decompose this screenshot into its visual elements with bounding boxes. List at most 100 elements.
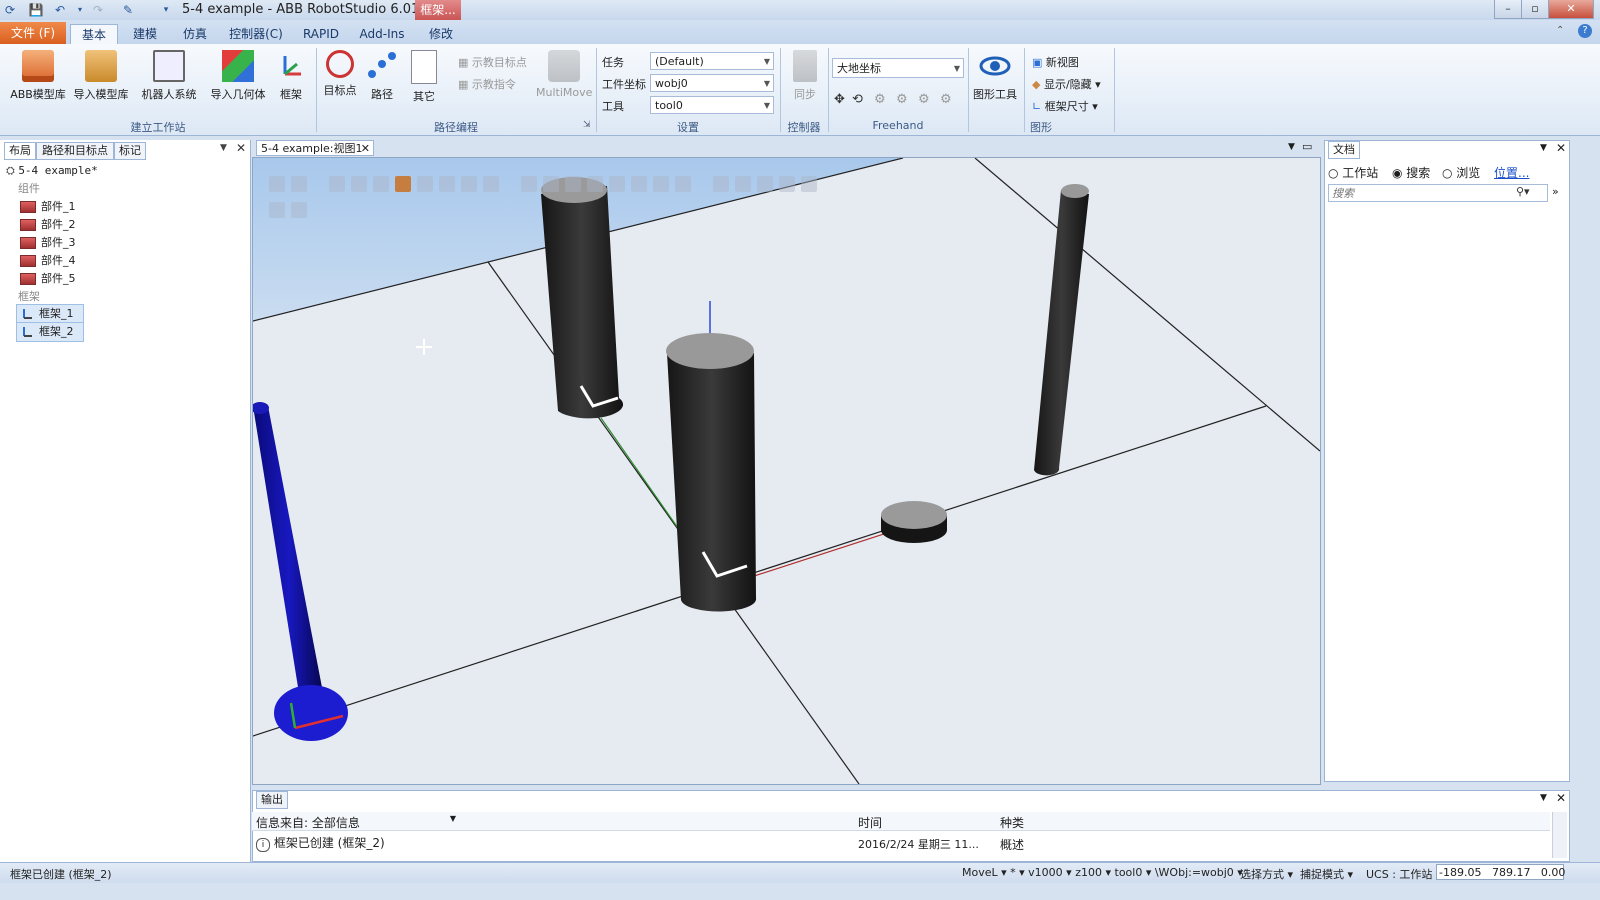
maximize-button[interactable]: ▫ xyxy=(1521,0,1549,19)
select-path-icon[interactable] xyxy=(483,176,499,192)
select-mechanism-icon[interactable] xyxy=(417,176,433,192)
task-combo[interactable]: (Default) ▼ xyxy=(650,52,774,70)
3d-scene[interactable] xyxy=(253,158,1320,784)
measure-icon[interactable]: ✎ xyxy=(120,2,136,18)
reference-frame-combo[interactable]: 大地坐标 ▼ xyxy=(832,58,964,78)
dialog-launcher-icon[interactable]: ⇲ xyxy=(583,120,591,130)
blue-base-part[interactable] xyxy=(274,685,348,741)
radio-search[interactable]: ◉ 搜索 xyxy=(1392,164,1430,181)
new-view-button[interactable]: ▣ 新视图 xyxy=(1032,54,1079,70)
minimize-button[interactable]: – xyxy=(1494,0,1522,19)
rotate-icon[interactable]: ⟲ xyxy=(852,92,863,107)
multimove-button[interactable]: MultiMove xyxy=(536,50,592,99)
locations-link[interactable]: 位置... xyxy=(1494,164,1529,181)
maximize-view-icon[interactable]: ▭ xyxy=(1302,140,1312,153)
move-icon[interactable]: ✥ xyxy=(834,92,845,107)
message-source-filter[interactable]: 信息来自: 全部信息 ▼ xyxy=(256,814,460,831)
close-button[interactable]: ✕ xyxy=(1548,0,1594,19)
search-input[interactable] xyxy=(1328,184,1548,202)
col-time[interactable]: 时间 xyxy=(858,814,882,831)
tree-item-part[interactable]: 部件_1 xyxy=(20,198,76,216)
app-logo-icon[interactable]: ⟳ xyxy=(2,2,18,18)
snap-edge-icon[interactable] xyxy=(587,176,603,192)
import-geometry-button[interactable]: 导入几何体 xyxy=(206,50,270,102)
select-group-icon[interactable] xyxy=(439,176,455,192)
jog-linear-icon[interactable]: ⚙ xyxy=(896,92,908,107)
select-curve-icon[interactable] xyxy=(373,176,389,192)
jog-joint-icon[interactable]: ⚙ xyxy=(874,92,886,107)
tab-rapid[interactable]: RAPID xyxy=(296,24,346,44)
save-icon[interactable]: 💾 xyxy=(28,2,44,18)
station-node[interactable]: ⛭ 5-4 example* xyxy=(6,162,98,180)
tree-item-frame[interactable]: 框架_1 xyxy=(16,304,84,324)
panel-dropdown-icon[interactable]: ▼ xyxy=(1540,793,1547,803)
snap-midpoint-icon[interactable] xyxy=(565,176,581,192)
measure-distance-icon[interactable] xyxy=(779,176,795,192)
frame-size-button[interactable]: ∟ 框架尺寸 ▾ xyxy=(1032,98,1098,114)
help-icon[interactable]: ? xyxy=(1578,24,1592,38)
target-button[interactable]: 目标点 xyxy=(322,50,358,98)
import-library-button[interactable]: 导入模型库 xyxy=(70,50,132,102)
close-icon[interactable]: ✕ xyxy=(1556,141,1566,155)
zoom-window-icon[interactable] xyxy=(291,176,307,192)
viewport-tab[interactable]: 5-4 example:视图1 ✕ xyxy=(256,140,374,156)
jog-reorient-icon[interactable]: ⚙ xyxy=(918,92,930,107)
close-icon[interactable]: ✕ xyxy=(361,141,370,157)
select-surface-icon[interactable] xyxy=(351,176,367,192)
search-icon[interactable]: ⚲▾ xyxy=(1516,185,1530,198)
snap-local-origin-icon[interactable] xyxy=(653,176,669,192)
play-icon[interactable] xyxy=(269,202,285,218)
view-all-icon[interactable] xyxy=(269,176,285,192)
components-category[interactable]: 组件 xyxy=(18,180,40,198)
ribbon-collapse-icon[interactable]: ⌃ xyxy=(1556,25,1564,36)
tab-paths-targets[interactable]: 路径和目标点 xyxy=(36,142,114,160)
select-target-icon[interactable] xyxy=(461,176,477,192)
tab-basic[interactable]: 基本 xyxy=(70,24,118,45)
tab-tags[interactable]: 标记 xyxy=(114,142,146,160)
output-row-message[interactable]: i 框架已创建 (框架_2) xyxy=(256,834,385,852)
output-scrollbar[interactable] xyxy=(1552,812,1567,858)
expand-options-icon[interactable]: » xyxy=(1552,185,1559,198)
panel-dropdown-icon[interactable]: ▼ xyxy=(1540,143,1547,153)
customize-qat-icon[interactable]: ▾ xyxy=(158,2,174,18)
robot-system-button[interactable]: 机器人系统 xyxy=(138,50,200,102)
col-type[interactable]: 种类 xyxy=(1000,814,1024,831)
tree-item-part[interactable]: 部件_4 xyxy=(20,252,76,270)
measure-point-icon[interactable] xyxy=(713,176,729,192)
radio-browse[interactable]: ○ 浏览 xyxy=(1442,164,1480,181)
panel-dropdown-icon[interactable]: ▼ xyxy=(1288,142,1295,152)
abb-library-button[interactable]: ABB模型库 xyxy=(8,50,68,102)
radio-workstation[interactable]: ○ 工作站 xyxy=(1328,164,1378,181)
close-icon[interactable]: ✕ xyxy=(1556,791,1566,805)
graphics-tools-button[interactable]: 图形工具 xyxy=(972,50,1018,102)
measure-angle-icon[interactable] xyxy=(735,176,751,192)
teach-target-button[interactable]: ▦ 示教目标点 xyxy=(458,54,527,70)
tab-file[interactable]: 文件 (F) xyxy=(0,22,66,44)
other-button[interactable]: 其它 xyxy=(406,50,442,104)
snap-grid-icon[interactable] xyxy=(631,176,647,192)
path-button[interactable]: 路径 xyxy=(364,50,400,102)
tool-combo[interactable]: tool0 ▼ xyxy=(650,96,774,114)
select-body-icon[interactable] xyxy=(329,176,345,192)
measure-min-distance-icon[interactable] xyxy=(801,176,817,192)
measure-diameter-icon[interactable] xyxy=(757,176,773,192)
redo-icon[interactable]: ↷ xyxy=(90,2,106,18)
tree-item-part[interactable]: 部件_2 xyxy=(20,216,76,234)
undo-dropdown-icon[interactable]: ▾ xyxy=(72,2,88,18)
tab-addins[interactable]: Add-Ins xyxy=(356,24,408,44)
teach-instruction-button[interactable]: ▦ 示教指令 xyxy=(458,76,516,92)
multi-robot-jog-icon[interactable]: ⚙ xyxy=(940,92,952,107)
snap-corner-icon[interactable] xyxy=(609,176,625,192)
snap-center-icon[interactable] xyxy=(543,176,559,192)
stop-icon[interactable] xyxy=(291,202,307,218)
wobj-combo[interactable]: wobj0 ▼ xyxy=(650,74,774,92)
panel-dropdown-icon[interactable]: ▼ xyxy=(220,143,227,153)
select-part-icon[interactable] xyxy=(395,176,411,192)
tree-item-part[interactable]: 部件_5 xyxy=(20,270,76,288)
tab-modify[interactable]: 修改 xyxy=(418,24,464,44)
cylinder-part[interactable] xyxy=(667,353,757,612)
tab-modeling[interactable]: 建模 xyxy=(122,24,168,44)
tab-layout[interactable]: 布局 xyxy=(4,142,36,160)
snap-base-frame-icon[interactable] xyxy=(675,176,691,192)
undo-icon[interactable]: ↶ xyxy=(52,2,68,18)
